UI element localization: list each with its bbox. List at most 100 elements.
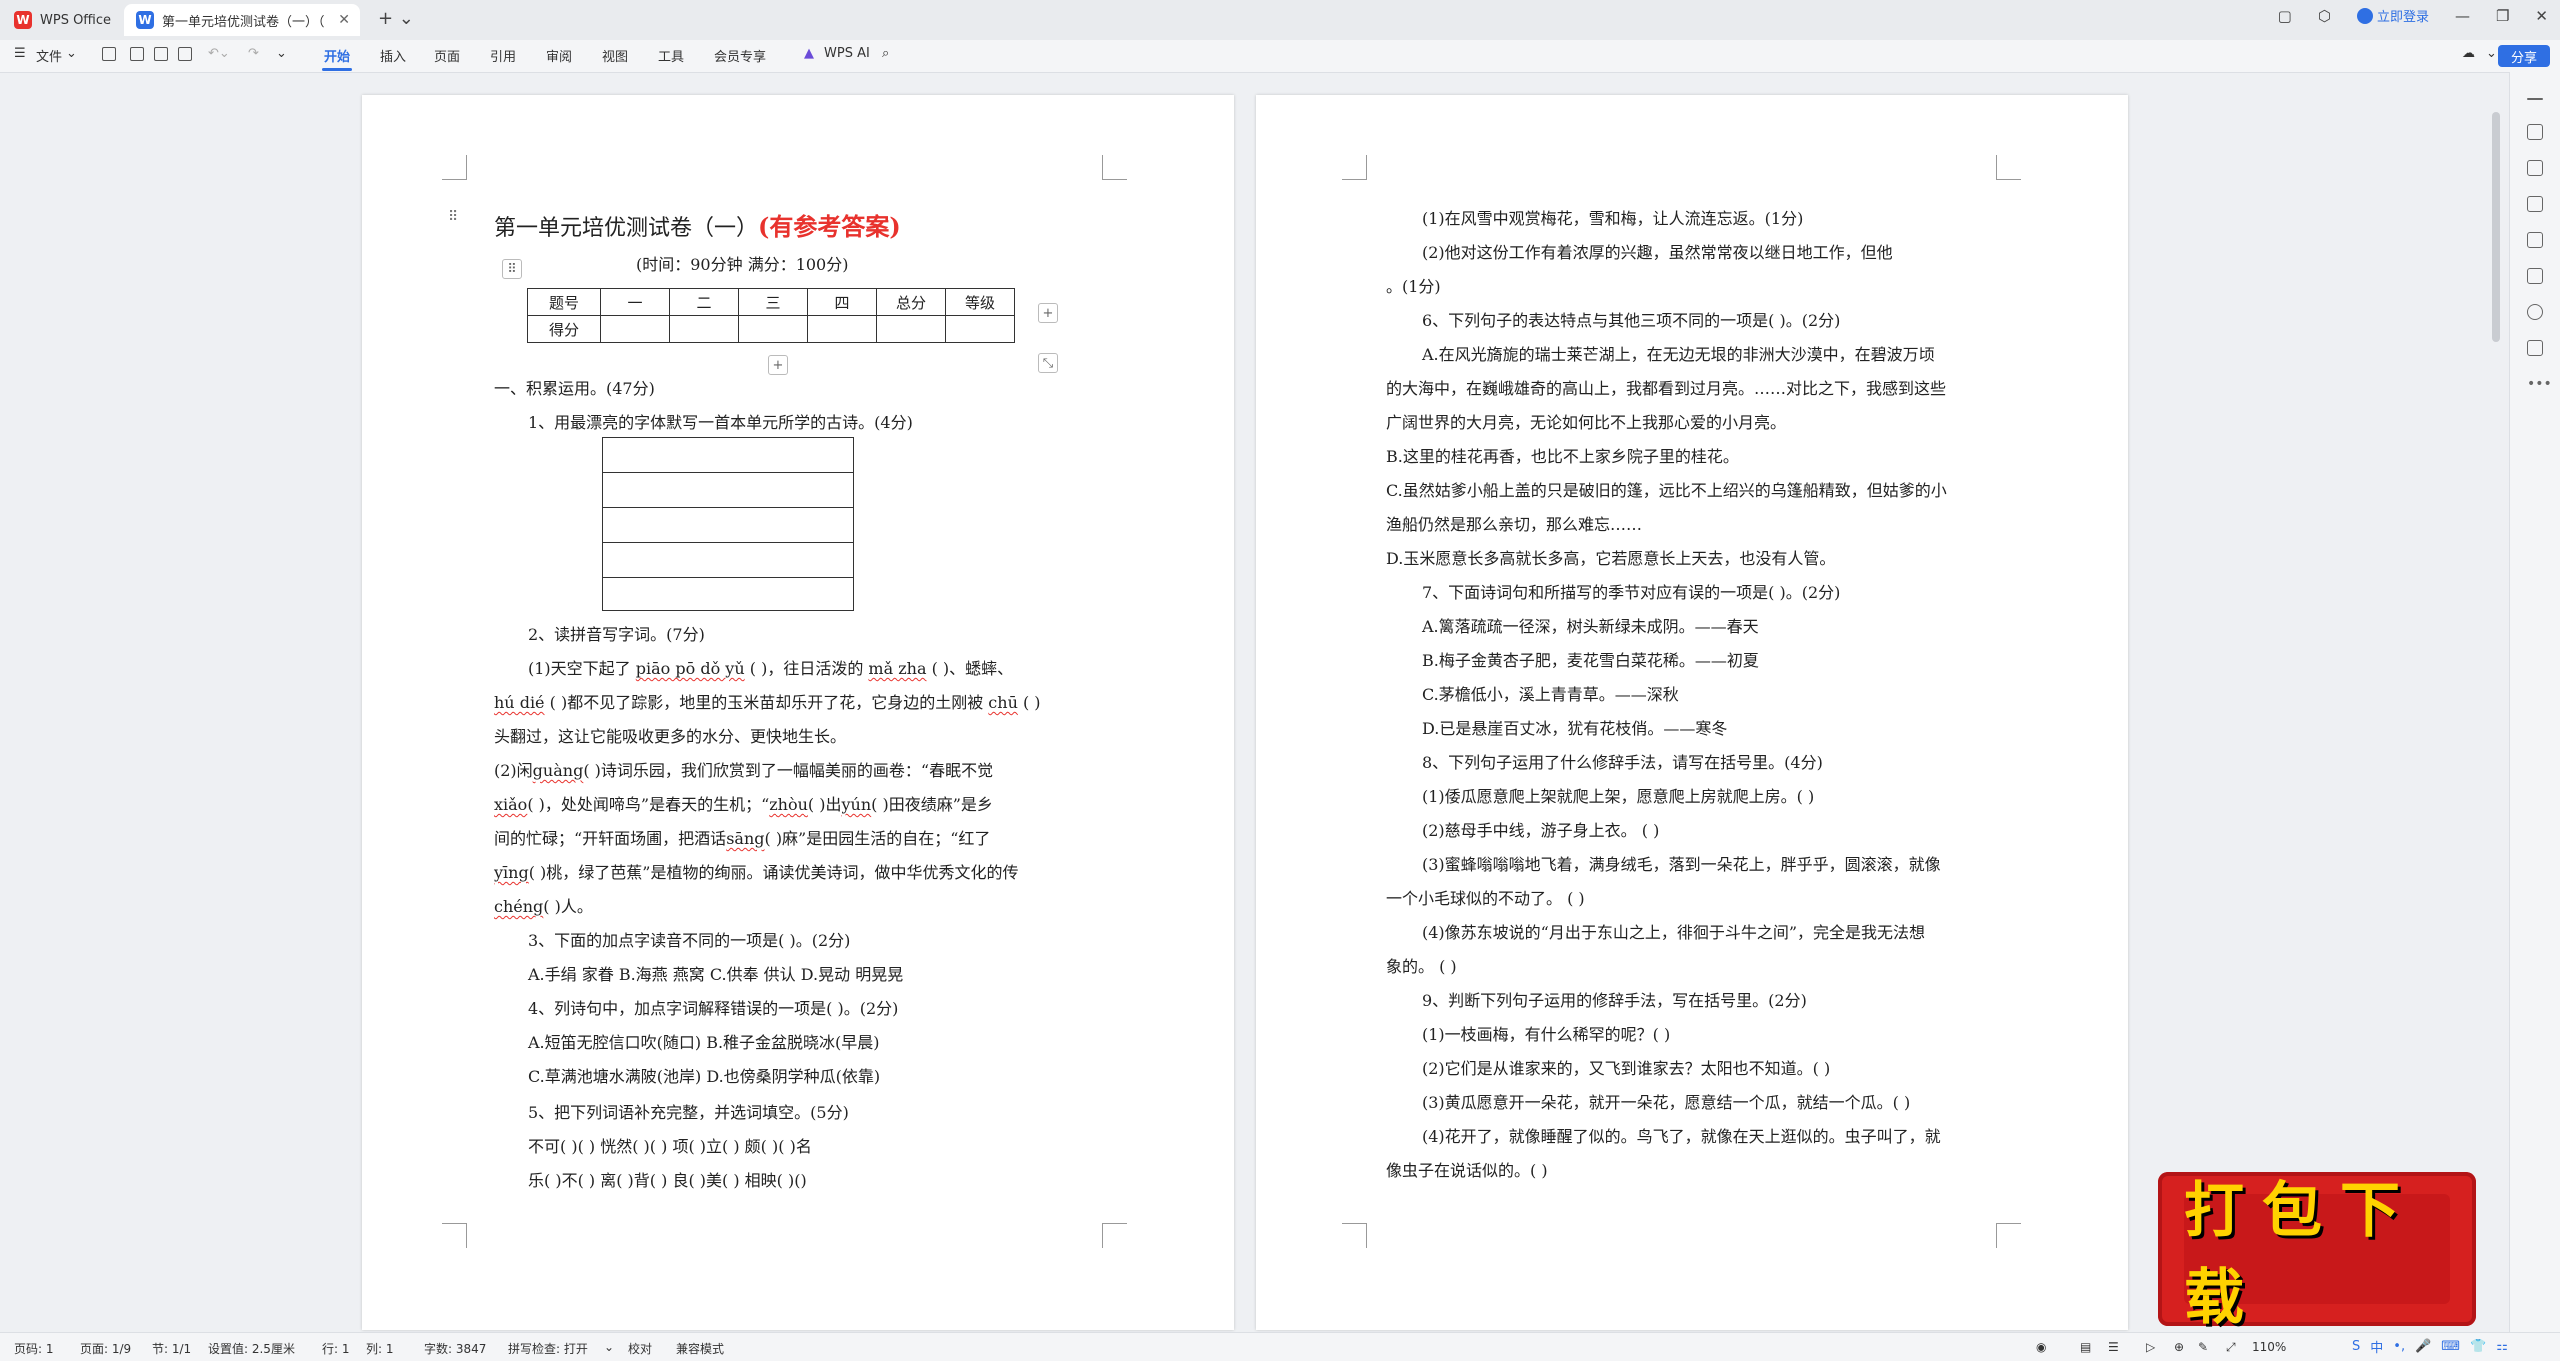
status-proof[interactable]: 校对 (628, 1340, 652, 1357)
text-run: (2)闲 (494, 761, 533, 780)
question-line: 9、判断下列句子运用的修辞手法，写在括号里。(2分) (1422, 991, 1807, 1010)
option-line: A.短笛无腔信口吹(随口) B.稚子金盆脱晓冰(早晨) (528, 1033, 880, 1052)
new-tab-icon[interactable]: + ⌄ (378, 8, 414, 29)
close-window-icon[interactable]: ✕ (2535, 7, 2548, 25)
zoom-fit-icon[interactable]: ⤢ (2226, 1340, 2236, 1355)
tab-view[interactable]: 视图 (602, 46, 628, 65)
tab-insert[interactable]: 插入 (380, 46, 406, 65)
table-cell[interactable] (669, 315, 739, 343)
preview-icon[interactable] (178, 47, 192, 61)
undo-icon[interactable]: ↶⌄ (208, 46, 230, 61)
gift-icon[interactable] (2527, 340, 2543, 356)
wps-ai-button[interactable]: WPS AI (824, 46, 870, 61)
tab-document[interactable]: W 第一单元培优测试卷（一）（ ✕ (124, 4, 360, 36)
tab-wps-office[interactable]: W WPS Office (14, 4, 111, 36)
download-stamp[interactable]: 打包下载 (2158, 1172, 2476, 1333)
tab-page[interactable]: 页面 (434, 46, 460, 65)
share-button[interactable]: 分享 (2498, 45, 2550, 67)
status-col[interactable]: 列: 1 (366, 1340, 394, 1357)
grid-icon[interactable]: ⚏ (2496, 1339, 2508, 1354)
tab-home[interactable]: 开始 (324, 46, 350, 65)
tab-reference[interactable]: 引用 (490, 46, 516, 65)
tab-member[interactable]: 会员专享 (714, 46, 766, 65)
writing-line (603, 542, 853, 543)
menu-icon[interactable]: ☰ (14, 46, 26, 61)
more-chevron-icon[interactable]: ⌄ (276, 46, 287, 61)
maximize-icon[interactable]: ❐ (2496, 7, 2509, 25)
option-line: C.虽然姑爹小船上盖的只是破旧的篷，远比不上绍兴的乌篷船精致，但姑爹的小 (1386, 481, 1947, 500)
drag-handle-icon[interactable]: ⠿ (448, 209, 458, 225)
table-cell[interactable] (600, 315, 670, 343)
add-column-icon[interactable]: + (1038, 303, 1058, 323)
zoom-level[interactable]: 110% (2252, 1340, 2286, 1354)
table-cell[interactable] (945, 315, 1015, 343)
tab-review[interactable]: 审阅 (546, 46, 572, 65)
ime-chinese-icon[interactable]: 中 (2370, 1337, 2383, 1356)
keyboard-icon[interactable]: ⌨ (2441, 1339, 2460, 1354)
option-line: A.篱落疏疏一径深，树头新绿未成阴。——春天 (1422, 617, 1759, 636)
writing-line (603, 472, 853, 473)
eye-icon[interactable]: ◉ (2036, 1340, 2046, 1354)
edit-icon[interactable]: ✎ (2198, 1340, 2208, 1354)
writing-line (603, 577, 853, 578)
table-row: 题号 一 二 三 四 总分 等级 (527, 288, 1015, 316)
web-view-icon[interactable]: ⊕ (2174, 1340, 2184, 1354)
image-icon[interactable] (2527, 232, 2543, 248)
status-page-of[interactable]: 页面: 1/9 (80, 1340, 131, 1357)
pdf-icon[interactable] (130, 47, 144, 61)
login-button[interactable]: 立即登录 (2356, 6, 2429, 25)
tools-icon[interactable] (2527, 268, 2543, 284)
right-sidebar: ••• (2509, 72, 2560, 1332)
status-page-num[interactable]: 页码: 1 (14, 1340, 54, 1357)
spell-chevron-icon[interactable]: ⌄ (604, 1340, 614, 1354)
adjust-icon[interactable] (2527, 196, 2543, 212)
play-icon[interactable]: ▷ (2146, 1340, 2155, 1354)
status-row[interactable]: 行: 1 (322, 1340, 350, 1357)
skin-icon[interactable]: 👕 (2470, 1339, 2486, 1354)
table-cell[interactable] (738, 315, 808, 343)
redo-icon[interactable]: ↷ (248, 46, 259, 61)
restore-tabs-icon[interactable]: ▢ (2278, 7, 2292, 25)
search-icon[interactable]: ⌕ (882, 46, 889, 61)
collapse-sidebar-icon[interactable] (2527, 98, 2543, 100)
pinyin-text: chū (988, 693, 1018, 712)
file-menu[interactable]: 文件 (36, 46, 62, 65)
sogou-icon[interactable]: S (2352, 1339, 2360, 1354)
chevron-down-icon[interactable]: ⌄ (66, 46, 77, 61)
cube-icon[interactable]: ⬡ (2318, 7, 2331, 25)
minimize-icon[interactable]: — (2455, 7, 2470, 25)
table-handle-icon[interactable]: ⠿ (502, 259, 522, 279)
table-cell[interactable] (807, 315, 877, 343)
more-icon[interactable]: ••• (2527, 376, 2552, 392)
tab-close-icon[interactable]: ✕ (338, 12, 350, 28)
poem-writing-box[interactable] (602, 437, 854, 611)
user-avatar-icon (2356, 7, 2373, 24)
text-run: ( )都不见了踪影，地里的玉米苗却乐开了花，它身边的土刚被 (549, 693, 984, 712)
status-section[interactable]: 节: 1/1 (152, 1340, 191, 1357)
option-line: A.手绢 家眷 B.海燕 燕窝 C.供奉 供认 D.晃动 明晃晃 (528, 965, 904, 984)
status-words[interactable]: 字数: 3847 (424, 1340, 486, 1357)
tab-tools[interactable]: 工具 (658, 46, 684, 65)
punct-icon[interactable]: •, (2393, 1339, 2405, 1354)
status-setting[interactable]: 设置值: 2.5厘米 (208, 1340, 295, 1357)
cursor-icon[interactable] (2527, 160, 2543, 176)
page-view-icon[interactable]: ▤ (2080, 1340, 2091, 1354)
pinyin-text: guàng (532, 761, 584, 780)
collapse-icon[interactable]: ⌄ (2486, 46, 2497, 61)
print-icon[interactable] (154, 47, 168, 61)
table-cell[interactable] (876, 315, 946, 343)
resize-table-icon[interactable]: ⤡ (1038, 353, 1058, 373)
add-row-icon[interactable]: + (768, 355, 788, 375)
vertical-scrollbar[interactable] (2492, 112, 2500, 342)
margin-corner (442, 155, 467, 180)
cloud-icon[interactable]: ☁ (2462, 46, 2475, 61)
mic-icon[interactable]: 🎤 (2415, 1339, 2431, 1354)
table-cell[interactable]: 得分 (527, 315, 601, 343)
save-icon[interactable] (102, 47, 116, 61)
question-line: 3、下面的加点字读音不同的一项是( )。(2分) (528, 931, 851, 950)
help-icon[interactable] (2527, 304, 2543, 320)
list-view-icon[interactable]: ☰ (2108, 1340, 2119, 1354)
page-title: 第一单元培优测试卷（一）(有参考答案) (494, 207, 901, 242)
status-spell[interactable]: 拼写检查: 打开 (508, 1340, 588, 1357)
pen-icon[interactable] (2527, 124, 2543, 140)
